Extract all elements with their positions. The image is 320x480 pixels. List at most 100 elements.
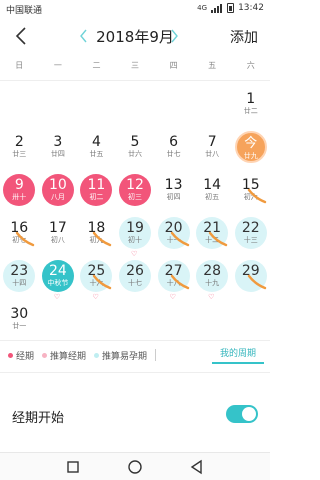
calendar-cell[interactable]: 11 初二: [77, 170, 116, 213]
calendar-cell[interactable]: 10 八月: [39, 170, 78, 213]
add-button[interactable]: 添加: [230, 27, 258, 47]
calendar-day[interactable]: 10 八月: [41, 174, 74, 206]
calendar-cell[interactable]: 17 初八: [39, 213, 78, 256]
calendar-cell[interactable]: 25 十六 ♡: [77, 256, 116, 301]
weekday-label: 一: [53, 61, 62, 70]
calendar-cell[interactable]: 1 廿二: [231, 84, 270, 127]
calendar-day[interactable]: 26 十七: [119, 260, 152, 292]
period-start-toggle[interactable]: [226, 405, 258, 423]
legend-predicted-period-label: 推算经期: [50, 351, 87, 362]
calendar-day[interactable]: 今廿九: [234, 131, 267, 163]
next-month-button[interactable]: [170, 27, 180, 45]
day-number: 19: [126, 220, 144, 236]
calendar-day[interactable]: 4 廿五: [80, 131, 112, 163]
calendar-cell[interactable]: 23 十四: [0, 256, 39, 299]
day-number: 28: [203, 263, 222, 279]
period-dot-icon: [8, 352, 13, 358]
network-label: 4G: [197, 4, 208, 12]
calendar-week: 16 初七 17 初八 18 初九 19 初十 ♡ 20 十一 21 十二 22 十三: [0, 213, 270, 258]
calendar-cell[interactable]: 2 廿三: [0, 127, 39, 170]
calendar-cell[interactable]: 21 十二: [193, 213, 232, 256]
calendar-day[interactable]: 6 廿七: [158, 131, 190, 163]
calendar-day[interactable]: 14 初五: [196, 174, 228, 206]
calendar-cell[interactable]: 20 十一: [154, 213, 193, 256]
calendar-day[interactable]: 17 初八: [42, 217, 74, 249]
legend-bar: 经期 推算经期 推算易孕期 我的周期: [0, 343, 270, 367]
calendar-cell[interactable]: 30 廿一: [0, 299, 39, 342]
lunar-date: 初二: [89, 193, 104, 201]
lunar-date: 廿四: [50, 150, 65, 158]
calendar-cell[interactable]: 14 初五: [193, 170, 232, 213]
calendar-day[interactable]: 3 廿四: [42, 131, 74, 163]
calendar-cell[interactable]: 24 中秋节 ♡: [39, 256, 78, 301]
calendar-cell[interactable]: 29: [231, 256, 270, 299]
calendar-week: 9 卅十 10 八月 11 初二 12 初三 13 初四 14 初五 15 初六: [0, 170, 270, 213]
divider: [0, 80, 270, 81]
check-mark-icon: [247, 274, 267, 290]
check-mark-icon: [208, 231, 228, 247]
battery-icon: [227, 3, 235, 13]
legend-separator: [155, 349, 157, 361]
lunar-date: 廿一: [12, 322, 27, 330]
calendar-cell[interactable]: 12 初三: [116, 170, 155, 213]
calendar-cell[interactable]: 28 十九 ♡: [193, 256, 232, 301]
calendar-cell[interactable]: 5 廿六: [116, 127, 155, 170]
calendar-cell: [77, 84, 116, 127]
lunar-date: 初十: [128, 236, 143, 244]
calendar-cell[interactable]: 26 十七: [116, 256, 155, 299]
calendar-cell[interactable]: 16 初七: [0, 213, 39, 256]
calendar-week: 23 十四 24 中秋节 ♡ 25 十六 ♡ 26 十七 27 十八 ♡ 28 十九 ♡ 29: [0, 256, 270, 301]
calendar-cell[interactable]: 18 初九: [77, 213, 116, 256]
lunar-date: 初三: [128, 193, 143, 201]
lunar-date: 廿二: [243, 107, 258, 115]
calendar-cell[interactable]: 9 卅十: [0, 170, 39, 213]
calendar-cell: [154, 84, 193, 127]
calendar-cell[interactable]: 3 廿四: [39, 127, 78, 170]
day-number: 9: [14, 177, 24, 193]
day-number: 5: [130, 134, 140, 150]
calendar-cell[interactable]: 13 初四: [154, 170, 193, 213]
calendar-day[interactable]: 12 初三: [119, 174, 152, 206]
lunar-date: 廿三: [12, 150, 27, 158]
calendar-day[interactable]: 22 十三: [234, 217, 267, 249]
day-number: 26: [126, 263, 144, 279]
calendar-day[interactable]: 7 廿八: [196, 131, 228, 163]
calendar-day[interactable]: 23 十四: [3, 260, 36, 292]
day-number: 30: [10, 306, 29, 322]
system-nav-bar: [0, 452, 270, 480]
calendar-day[interactable]: 11 初二: [80, 174, 113, 206]
home-button[interactable]: [126, 458, 144, 476]
calendar-cell[interactable]: 7 廿八: [193, 127, 232, 170]
calendar-cell[interactable]: 6 廿七: [154, 127, 193, 170]
title-bar: 2018年9月 添加: [0, 18, 270, 54]
calendar-day[interactable]: 1 廿二: [235, 88, 267, 120]
calendar-cell[interactable]: 19 初十 ♡: [116, 213, 155, 258]
calendar-cell: [154, 299, 193, 342]
lunar-date: 十四: [12, 279, 27, 287]
calendar-day[interactable]: 28 十九: [196, 260, 229, 292]
weekday-label: 四: [169, 61, 178, 70]
calendar-day[interactable]: 30 廿一: [3, 303, 35, 335]
calendar-cell[interactable]: 27 十八 ♡: [154, 256, 193, 301]
square-icon: [67, 461, 79, 473]
calendar-cell[interactable]: 今廿九: [231, 127, 270, 170]
divider: [0, 372, 270, 373]
my-cycle-tab[interactable]: 我的周期: [211, 346, 264, 364]
calendar-grid: 1 廿二 2 廿三 3 廿四 4 廿五 5 廿六 6 廿七 7 廿八今廿九 9 卅十 10 八月 11 初二 12 初三 1…: [0, 84, 270, 342]
calendar-cell[interactable]: 4 廿五: [77, 127, 116, 170]
legend-predicted-fertile: 推算易孕期: [94, 349, 147, 362]
calendar-cell[interactable]: 15 初六: [231, 170, 270, 213]
carrier-label: 中国联通: [6, 6, 43, 16]
check-mark-icon: [92, 231, 112, 247]
calendar-day[interactable]: 5 廿六: [119, 131, 151, 163]
calendar-day[interactable]: 13 初四: [158, 174, 190, 206]
check-mark-icon: [92, 274, 112, 290]
calendar-day[interactable]: 24 中秋节: [41, 260, 74, 292]
system-back-button[interactable]: [188, 458, 206, 476]
check-mark-icon: [247, 188, 267, 204]
calendar-cell[interactable]: 22 十三: [231, 213, 270, 256]
calendar-day[interactable]: 9 卅十: [3, 174, 36, 206]
recent-apps-button[interactable]: [64, 458, 82, 476]
calendar-day[interactable]: 19 初十: [119, 217, 152, 249]
calendar-day[interactable]: 2 廿三: [3, 131, 35, 163]
